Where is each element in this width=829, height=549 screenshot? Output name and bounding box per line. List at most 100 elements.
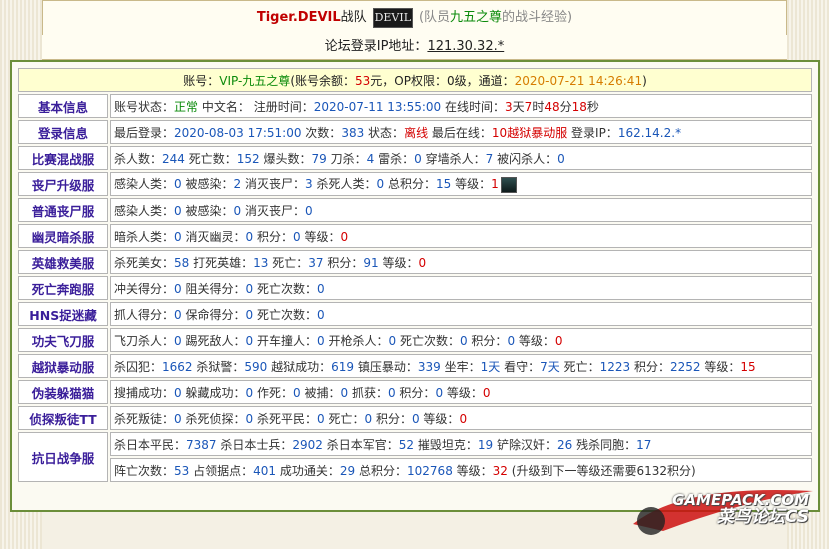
stat-value: 0: [245, 281, 254, 296]
ip-label: 论坛登录IP地址：: [324, 39, 428, 54]
table-row: 越狱暴动服 杀囚犯：1662 杀狱警：590 越狱成功：619 镇压暴动：339…: [18, 354, 812, 378]
stat-value: 0: [411, 411, 420, 426]
stat-value: 10越狱暴动服: [491, 125, 568, 140]
stat-value: 时: [532, 99, 545, 114]
stat-label: 杀囚犯：: [114, 359, 163, 374]
stat-value: 最后在线：: [431, 125, 492, 140]
stat-value: 590: [244, 359, 268, 374]
stat-value: 102768: [407, 463, 453, 478]
stat-label: 被闪杀人：: [497, 151, 558, 166]
forum-ip-line: 论坛登录IP地址：121.30.32.*: [42, 35, 787, 60]
stat-value: 1662: [162, 359, 193, 374]
ghost-stats: 暗杀人类：0 消灭幽灵：0 积分：0 等级：0: [110, 224, 812, 248]
stat-label: 杀死平民：: [256, 411, 317, 426]
row-label-ghost: 幽灵暗杀服: [18, 224, 108, 248]
stat-label: 等级：: [456, 463, 493, 478]
stats-table: 账号：VIP-九五之尊(账号余额：53元，OP权限：0级，通道：2020-07-…: [16, 66, 814, 484]
stat-value: 32: [492, 463, 508, 478]
row-label-hero: 英雄救美服: [18, 250, 108, 274]
table-row: 功夫飞刀服 飞刀杀人：0 踢死敌人：0 开车撞人：0 开枪杀人：0 死亡次数：0…: [18, 328, 812, 352]
stat-value: 0: [388, 333, 397, 348]
stat-value: 0: [245, 229, 254, 244]
level-up-note: (升级到下一等级还需要6132积分): [511, 463, 696, 478]
stat-label: 感染人类：: [114, 203, 175, 218]
account-name: VIP-九五之尊: [219, 73, 291, 88]
stat-value: 中文名：: [201, 99, 250, 114]
stat-value: 账号状态：: [114, 99, 175, 114]
stat-value: 账号：: [183, 73, 220, 88]
stat-value: ，通道：: [466, 73, 515, 88]
stat-label: 搜捕成功：: [114, 385, 175, 400]
stat-value: 1天: [480, 359, 501, 374]
stat-value: 0: [414, 151, 422, 166]
devil-logo: DEVIL: [372, 7, 413, 28]
row-label-zombie-up: 丧尸升级服: [18, 172, 108, 196]
stat-value: 登录IP：: [571, 125, 618, 140]
stat-label: 抓获：: [351, 385, 388, 400]
member-name: 九五之尊: [450, 10, 503, 25]
stat-label: 等级：: [304, 229, 341, 244]
stat-label: 杀狱警：: [196, 359, 245, 374]
channel-time: 2020-07-21 14:26:41: [514, 73, 643, 88]
member-suffix: 的战斗经验): [502, 10, 573, 25]
stat-value: 79: [311, 151, 327, 166]
stat-label: 积分：: [375, 411, 412, 426]
stat-value: 2: [233, 177, 242, 192]
stat-value: 18: [571, 99, 587, 114]
stat-value: 0: [387, 385, 396, 400]
stat-label: 积分：: [634, 359, 671, 374]
stat-value: 0: [174, 411, 182, 426]
stat-label: 踢死敌人：: [185, 333, 246, 348]
stat-value: 53: [174, 463, 190, 478]
stat-label: 积分：: [327, 255, 364, 270]
stat-value: 162.14.2.*: [617, 125, 682, 140]
stat-value: 37: [308, 255, 324, 270]
stat-label: 看守：: [504, 359, 541, 374]
stat-value: 0: [316, 307, 325, 322]
stat-value: 15: [740, 359, 756, 374]
ip-link[interactable]: 121.30.32.*: [427, 39, 504, 54]
stat-label: 开枪杀人：: [328, 333, 389, 348]
stat-label: 杀日本平民：: [114, 437, 187, 452]
jail-stats: 杀囚犯：1662 杀狱警：590 越狱成功：619 镇压暴动：339 坐牢：1天…: [110, 354, 812, 378]
stat-value: 0: [507, 333, 516, 348]
stat-label: 占领据点：: [193, 463, 254, 478]
row-label-hide: 伪装躲猫猫: [18, 380, 108, 404]
table-row: 基本信息 账号状态：正常 中文名： 注册时间：2020-07-11 13:55:…: [18, 94, 812, 118]
stat-value: 0: [340, 229, 349, 244]
stat-value: 152: [236, 151, 260, 166]
stat-value: 0: [364, 411, 373, 426]
stat-label: 死亡：: [328, 411, 365, 426]
stat-label: 暗杀人类：: [114, 229, 175, 244]
login-info: 最后登录：2020-08-03 17:51:00 次数：383 状态：离线 最后…: [110, 120, 812, 144]
stat-value: 619: [331, 359, 355, 374]
stat-label: 飞刀杀人：: [114, 333, 175, 348]
stat-value: 0: [292, 385, 301, 400]
stat-value: ): [642, 73, 647, 88]
stat-label: 被感染：: [185, 177, 234, 192]
row-label-mix: 比赛混战服: [18, 146, 108, 170]
stat-value: 2020-07-11 13:55:00: [313, 99, 442, 114]
stat-label: 总积分：: [359, 463, 408, 478]
stat-value: 0: [233, 203, 242, 218]
stat-value: 2902: [292, 437, 323, 452]
stat-label: 死亡数：: [188, 151, 237, 166]
stat-value: 339: [417, 359, 441, 374]
stat-value: 401: [253, 463, 277, 478]
row-label-jail: 越狱暴动服: [18, 354, 108, 378]
stat-label: 死亡次数：: [256, 281, 317, 296]
stat-value: 0: [304, 203, 313, 218]
stat-label: 等级：: [423, 411, 460, 426]
traitor-stats: 杀死叛徒：0 杀死侦探：0 杀死平民：0 死亡：0 积分：0 等级：0: [110, 406, 812, 430]
stat-value: 次数：: [305, 125, 342, 140]
watermark-logo: GAMEPACK.COM 菜鸟论坛CS: [623, 479, 823, 539]
stat-value: 2020-08-03 17:51:00: [174, 125, 302, 140]
stat-value: 7天: [540, 359, 560, 374]
stat-value: 26: [557, 437, 573, 452]
stat-label: 杀日本军官：: [326, 437, 399, 452]
stat-label: 等级：: [518, 333, 555, 348]
war-stats-line1: 杀日本平民：7387 杀日本士兵：2902 杀日本军官：52 摧毁坦克：19 铲…: [110, 432, 812, 456]
stat-label: 阵亡次数：: [114, 463, 175, 478]
stat-value: 状态：: [368, 125, 405, 140]
stat-value: (账号余额：: [290, 73, 355, 88]
